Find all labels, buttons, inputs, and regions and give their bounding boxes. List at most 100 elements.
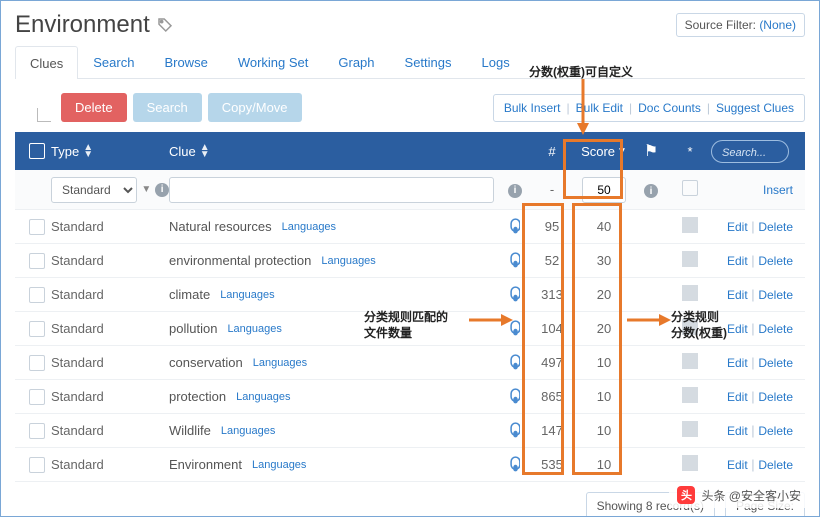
row-flag-box[interactable]	[682, 455, 698, 471]
table-row: Standardenvironmental protectionLanguage…	[15, 244, 805, 278]
insert-link[interactable]: Insert	[763, 183, 793, 197]
languages-link[interactable]: Languages	[321, 255, 375, 267]
table-row: StandardpollutionLanguages10420Edit | De…	[15, 312, 805, 346]
row-score: 10	[575, 389, 633, 404]
tab-browse[interactable]: Browse	[149, 45, 222, 78]
edit-link[interactable]: Edit	[727, 356, 748, 370]
clue-input[interactable]	[169, 177, 494, 203]
row-num: 104	[529, 321, 575, 336]
col-hash-header[interactable]: #	[529, 144, 575, 159]
tab-search[interactable]: Search	[78, 45, 149, 78]
grid-search[interactable]	[711, 140, 789, 163]
row-flag-box[interactable]	[682, 285, 698, 301]
row-flag-box[interactable]	[682, 251, 698, 267]
delete-link[interactable]: Delete	[758, 254, 793, 268]
watermark-icon: 头	[677, 486, 695, 504]
delete-link[interactable]: Delete	[758, 356, 793, 370]
languages-link[interactable]: Languages	[227, 323, 281, 335]
delete-link[interactable]: Delete	[758, 322, 793, 336]
row-type: Standard	[51, 321, 169, 336]
tab-clues[interactable]: Clues	[15, 46, 78, 79]
row-checkbox[interactable]	[29, 219, 45, 235]
row-flag-box[interactable]	[682, 387, 698, 403]
chevron-down-icon: ▼	[141, 184, 151, 195]
col-clue-header[interactable]: Clue ▲▼	[169, 144, 501, 159]
row-flag-box[interactable]	[682, 217, 698, 233]
search-button[interactable]: Search	[133, 93, 202, 122]
languages-link[interactable]: Languages	[253, 357, 307, 369]
watermark-text: 头条 @安全客小安	[701, 487, 801, 504]
row-score: 20	[575, 287, 633, 302]
row-clue: Natural resourcesLanguages	[169, 219, 501, 234]
rule-icon	[510, 218, 521, 233]
edit-link[interactable]: Edit	[727, 458, 748, 472]
table-row: StandardconservationLanguages49710Edit |…	[15, 346, 805, 380]
row-checkbox[interactable]	[29, 321, 45, 337]
languages-link[interactable]: Languages	[252, 459, 306, 471]
row-num: 147	[529, 423, 575, 438]
rule-icon	[510, 320, 521, 335]
tag-icon	[156, 16, 174, 34]
edit-link[interactable]: Edit	[727, 424, 748, 438]
languages-link[interactable]: Languages	[220, 289, 274, 301]
edit-link[interactable]: Edit	[727, 322, 748, 336]
insert-checkbox[interactable]	[682, 180, 698, 196]
row-checkbox[interactable]	[29, 287, 45, 303]
col-flag-header[interactable]: ⚑	[633, 141, 669, 161]
copy-move-button[interactable]: Copy/Move	[208, 93, 302, 122]
col-type-header[interactable]: Type ▲▼	[51, 144, 169, 159]
edit-link[interactable]: Edit	[727, 288, 748, 302]
grid-header: Type ▲▼ Clue ▲▼ # Score ▼ ⚑ *	[15, 132, 805, 170]
info-icon[interactable]: i	[155, 183, 169, 197]
row-checkbox[interactable]	[29, 457, 45, 473]
col-score-header[interactable]: Score ▼	[575, 144, 633, 159]
row-clue: protectionLanguages	[169, 389, 501, 404]
delete-button[interactable]: Delete	[61, 93, 127, 122]
suggest-clues-link[interactable]: Suggest Clues	[716, 101, 794, 115]
row-clue: climateLanguages	[169, 287, 501, 302]
row-checkbox[interactable]	[29, 389, 45, 405]
delete-link[interactable]: Delete	[758, 220, 793, 234]
table-row: StandardclimateLanguages31320Edit | Dele…	[15, 278, 805, 312]
type-select[interactable]: Standard	[51, 177, 137, 203]
rule-icon	[510, 388, 521, 403]
info-icon[interactable]: i	[508, 184, 522, 198]
languages-link[interactable]: Languages	[236, 391, 290, 403]
col-asterisk-header[interactable]: *	[669, 144, 711, 159]
info-icon[interactable]: i	[644, 184, 658, 198]
sort-icon: ▲▼	[83, 144, 93, 158]
select-all-checkbox[interactable]	[29, 143, 45, 159]
row-type: Standard	[51, 389, 169, 404]
delete-link[interactable]: Delete	[758, 390, 793, 404]
tab-working-set[interactable]: Working Set	[223, 45, 324, 78]
grid-search-input[interactable]	[722, 147, 778, 159]
source-filter-button[interactable]: Source Filter: (None)	[676, 13, 805, 37]
delete-link[interactable]: Delete	[758, 458, 793, 472]
row-num: 865	[529, 389, 575, 404]
bulk-edit-link[interactable]: Bulk Edit	[576, 101, 623, 115]
score-input[interactable]	[582, 177, 626, 203]
languages-link[interactable]: Languages	[282, 221, 336, 233]
row-checkbox[interactable]	[29, 423, 45, 439]
bulk-link-bar: Bulk Insert| Bulk Edit| Doc Counts| Sugg…	[493, 94, 805, 122]
row-flag-box[interactable]	[682, 319, 698, 335]
row-score: 10	[575, 457, 633, 472]
doc-counts-link[interactable]: Doc Counts	[638, 101, 701, 115]
row-num: 313	[529, 287, 575, 302]
edit-link[interactable]: Edit	[727, 390, 748, 404]
row-flag-box[interactable]	[682, 421, 698, 437]
delete-link[interactable]: Delete	[758, 288, 793, 302]
row-checkbox[interactable]	[29, 253, 45, 269]
tab-graph[interactable]: Graph	[323, 45, 389, 78]
table-row: StandardWildlifeLanguages14710Edit | Del…	[15, 414, 805, 448]
rule-icon	[510, 354, 521, 369]
bulk-insert-link[interactable]: Bulk Insert	[504, 101, 561, 115]
delete-link[interactable]: Delete	[758, 424, 793, 438]
tab-logs[interactable]: Logs	[467, 45, 525, 78]
edit-link[interactable]: Edit	[727, 220, 748, 234]
row-flag-box[interactable]	[682, 353, 698, 369]
tab-settings[interactable]: Settings	[390, 45, 467, 78]
edit-link[interactable]: Edit	[727, 254, 748, 268]
row-checkbox[interactable]	[29, 355, 45, 371]
languages-link[interactable]: Languages	[221, 425, 275, 437]
